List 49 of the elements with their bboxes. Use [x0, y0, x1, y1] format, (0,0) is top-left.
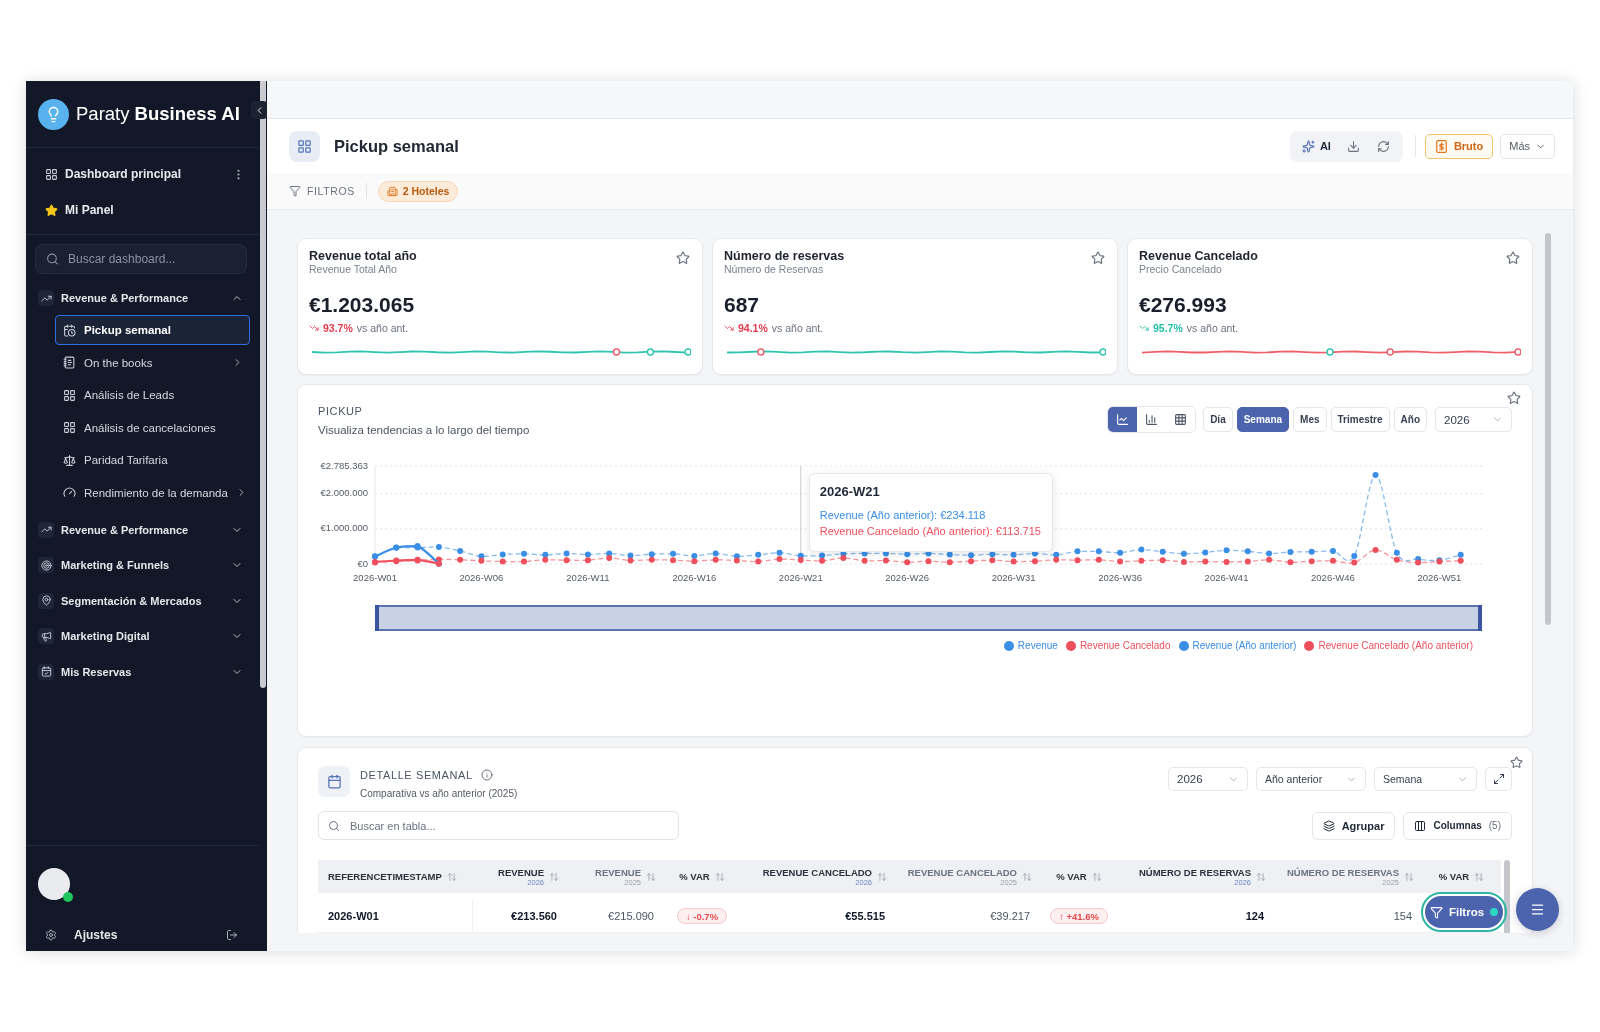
table-cell: €213.560 — [473, 900, 567, 933]
kpi-subtitle: Revenue Total Año — [309, 263, 397, 276]
kpi-change: 95.7% — [1153, 322, 1183, 334]
table-cell: 124 — [1118, 900, 1274, 933]
kpi-change: 93.7% — [323, 322, 353, 334]
kpi-change: 94.1% — [738, 322, 768, 334]
table-cell: 2026-W01 — [318, 900, 473, 933]
axis-label: 2026-W41 — [1204, 572, 1249, 583]
axis-label: €2.000.000 — [320, 487, 368, 499]
kpi-subtitle: Número de Reservas — [724, 263, 824, 276]
variation-badge: ↓ -0.7% — [676, 908, 728, 924]
axis-label: 2026-W46 — [1311, 572, 1355, 583]
tooltip-line: Revenue Cancelado (Año anterior): €113.715 — [819, 524, 1042, 538]
kpi-title: Número de reservas — [724, 249, 845, 263]
axis-label: €0 — [357, 557, 368, 569]
variation-badge: ↑ +41.6% — [1050, 908, 1108, 924]
columns-count: (5) — [1488, 820, 1501, 831]
tooltip-line: Revenue (Año anterior): €234.118 — [819, 508, 987, 522]
axis-label: 2026-W16 — [672, 572, 717, 583]
axis-label: 2026-W21 — [778, 572, 823, 583]
axis-label: 2026-W06 — [459, 572, 504, 583]
axis-label: €2.785.363 — [320, 459, 368, 471]
table-cell: €39.217 — [895, 900, 1040, 933]
kpi-subtitle: Precio Cancelado — [1139, 263, 1222, 276]
page-title: Pickup semanal — [334, 136, 459, 156]
axis-label: 2026-W36 — [1098, 572, 1142, 583]
table-cell: €215.090 — [567, 900, 664, 933]
kpi-note: vs año ant. — [1186, 322, 1239, 334]
section-subtitle: Comparativa vs año anterior (2025) — [360, 787, 518, 800]
kpi-note: vs año ant. — [356, 322, 409, 334]
axis-label: 2026-W01 — [353, 572, 397, 583]
section-title: DETALLE SEMANAL — [360, 768, 473, 783]
kpi-title: Revenue total año — [309, 249, 417, 263]
axis-label: €1.000.000 — [320, 522, 368, 534]
axis-label: 2026-W51 — [1417, 572, 1462, 583]
axis-label: 2026-W31 — [991, 572, 1036, 583]
kpi-value: €1.203.065 — [309, 292, 415, 318]
kpi-title: Revenue Cancelado — [1139, 249, 1258, 263]
kpi-value: €276.993 — [1139, 292, 1227, 318]
brand-name: Paraty Business AI — [76, 103, 240, 125]
kpi-note: vs año ant. — [771, 322, 824, 334]
kpi-value: 687 — [724, 292, 760, 318]
section-subtitle: Visualiza tendencias a lo largo del tiempo — [318, 423, 530, 438]
tooltip-title: 2026-W21 — [819, 484, 881, 500]
axis-label: 2026-W26 — [885, 572, 930, 583]
axis-label: 2026-W11 — [566, 572, 610, 583]
table-cell: 154 — [1274, 900, 1422, 933]
section-title: PICKUP — [318, 404, 364, 419]
table-cell: €55.515 — [740, 900, 895, 933]
